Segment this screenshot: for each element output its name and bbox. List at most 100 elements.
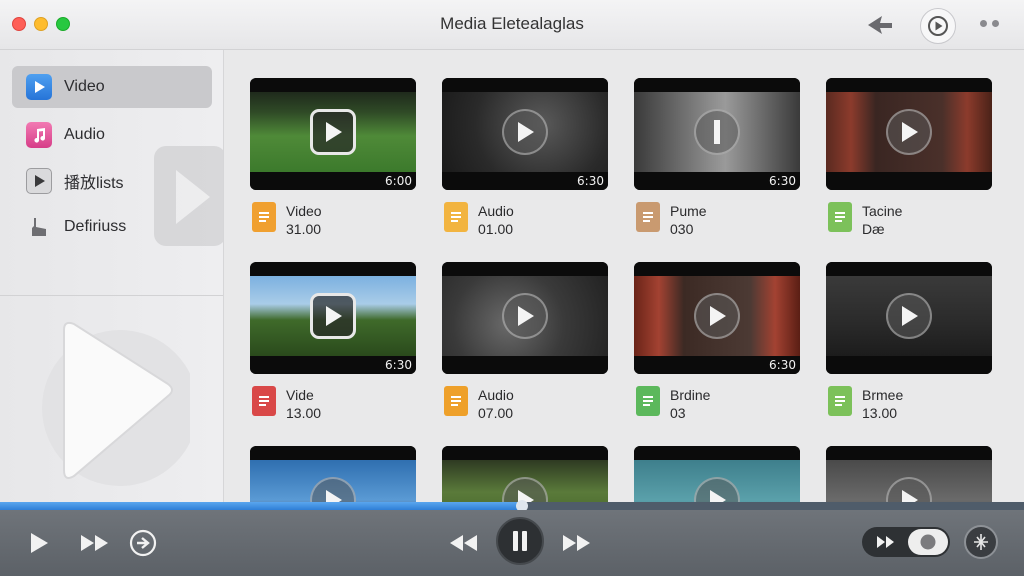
media-subtitle: 07.00 [478, 405, 514, 421]
orange-disc-icon [444, 386, 468, 416]
tan-doc-icon [636, 202, 660, 232]
thumbnail-play-icon[interactable] [502, 109, 548, 155]
letterbox-band [250, 446, 416, 460]
green-doc-icon [828, 386, 852, 416]
media-title: Pume [670, 203, 707, 219]
media-title: Audio [478, 203, 514, 219]
media-text: Vide 13.00 [286, 386, 321, 422]
play-icon[interactable] [26, 530, 52, 556]
media-subtitle: 03 [670, 405, 686, 421]
thumbnail-play-icon[interactable] [694, 109, 740, 155]
media-card[interactable]: 6:30 Audio 01.00 [442, 78, 608, 238]
media-thumbnail[interactable]: 6:00 [250, 78, 416, 190]
media-card[interactable]: 6:30 Pume 030 [634, 78, 800, 238]
rewind-icon[interactable] [446, 530, 480, 556]
fast-forward-icon[interactable] [78, 530, 112, 556]
back-arrow-icon[interactable] [866, 12, 894, 38]
media-card[interactable]: Tacine Dæ [826, 78, 992, 238]
media-text: Tacine Dæ [862, 202, 902, 238]
media-card[interactable]: Audio 07.00 [442, 262, 608, 422]
media-title: Tacine [862, 203, 903, 219]
media-meta: Audio 07.00 [442, 386, 608, 422]
media-thumbnail[interactable]: 6:30 [442, 78, 608, 190]
duration-label: 6:30 [385, 358, 412, 372]
playlist-icon [26, 168, 52, 194]
media-thumbnail[interactable]: 6:30 [634, 78, 800, 190]
more-dots-icon[interactable] [980, 20, 999, 27]
green-doc-icon [828, 202, 852, 232]
letterbox-band [442, 356, 608, 374]
duration-label: 6:00 [385, 174, 412, 188]
letterbox-band [634, 446, 800, 460]
thumbnail-play-icon[interactable] [310, 293, 356, 339]
sidebar-item-video[interactable]: Video [12, 66, 212, 108]
media-thumbnail[interactable] [442, 446, 608, 502]
media-text: Video 31.00 [286, 202, 322, 238]
toggle-knob [908, 529, 948, 555]
media-title: Brdine [670, 387, 711, 403]
letterbox-band [826, 356, 992, 374]
sidebar-item-audio[interactable]: Audio [12, 114, 212, 156]
media-card[interactable]: 6:00 Video 31.00 [250, 78, 416, 238]
sidebar-item-playlists[interactable]: 播放lists [12, 160, 212, 202]
thumbnail-play-icon[interactable] [310, 109, 356, 155]
title-bar: Media Eletealaglas [0, 0, 1024, 50]
media-grid: 6:00 Video 31.00 6:30 Audio 01.00 6:30 Pume 030 T… [238, 66, 1024, 502]
next-icon[interactable] [560, 530, 594, 556]
sidebar-item-label: 播放lists [64, 175, 124, 192]
duration-label: 6:30 [577, 174, 604, 188]
media-title: Vide [286, 387, 314, 403]
media-text: Audio 07.00 [478, 386, 514, 422]
orange-doc-icon [252, 202, 276, 232]
media-subtitle: 31.00 [286, 221, 322, 237]
music-note-icon [26, 122, 52, 148]
media-subtitle: 13.00 [862, 405, 898, 421]
media-thumbnail[interactable] [250, 446, 416, 502]
media-card[interactable] [442, 446, 608, 502]
media-thumbnail[interactable] [442, 262, 608, 374]
media-title: Video [286, 203, 322, 219]
media-card[interactable] [826, 446, 992, 502]
sidebar-item-label: Defiriuss [64, 218, 127, 235]
forward-circle-icon[interactable] [128, 528, 158, 558]
share-circle-icon[interactable] [964, 525, 998, 559]
letterbox-band [826, 262, 992, 276]
media-card[interactable]: 6:30 Brdine 03 [634, 262, 800, 422]
media-meta: Brdine 03 [634, 386, 800, 422]
media-thumbnail[interactable] [826, 446, 992, 502]
media-meta: Audio 01.00 [442, 202, 608, 238]
media-card[interactable] [634, 446, 800, 502]
large-play-icon [42, 321, 190, 486]
speed-toggle[interactable] [862, 527, 950, 557]
media-meta: Video 31.00 [250, 202, 416, 238]
media-text: Brdine 03 [670, 386, 710, 422]
hand-icon [26, 214, 52, 240]
media-meta: Tacine Dæ [826, 202, 992, 238]
media-card[interactable]: Brmee 13.00 [826, 262, 992, 422]
sidebar: Video Audio 播放lists Defiriuss [0, 50, 224, 502]
letterbox-band [250, 78, 416, 92]
duration-label: 6:30 [769, 358, 796, 372]
media-thumbnail[interactable] [634, 446, 800, 502]
thumbnail-play-icon[interactable] [886, 109, 932, 155]
letterbox-band [442, 446, 608, 460]
pause-icon[interactable] [496, 517, 544, 565]
media-thumbnail[interactable] [826, 78, 992, 190]
thumbnail-play-icon[interactable] [886, 293, 932, 339]
thumbnail-play-icon[interactable] [694, 293, 740, 339]
media-meta: Pume 030 [634, 202, 800, 238]
thumbnail-play-icon[interactable] [502, 293, 548, 339]
play-circle-icon[interactable] [920, 8, 956, 44]
media-title: Brmee [862, 387, 904, 403]
sidebar-item-definitions[interactable]: Defiriuss [12, 206, 212, 248]
media-card[interactable] [250, 446, 416, 502]
video-icon [26, 74, 52, 100]
media-card[interactable]: 6:30 Vide 13.00 [250, 262, 416, 422]
sidebar-divider [0, 295, 223, 296]
media-thumbnail[interactable]: 6:30 [634, 262, 800, 374]
duration-label: 6:30 [769, 174, 796, 188]
media-thumbnail[interactable] [826, 262, 992, 374]
media-thumbnail[interactable]: 6:30 [250, 262, 416, 374]
speed-toggle-icon [877, 536, 894, 548]
progress-bar[interactable] [0, 500, 1024, 512]
